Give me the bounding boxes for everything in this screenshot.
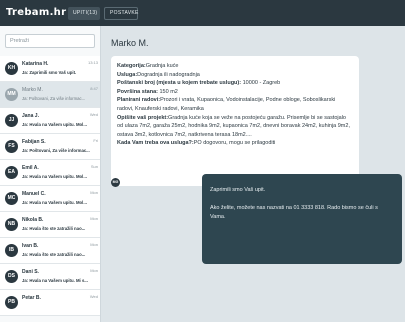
nav-postavke-button[interactable]: POSTAVKE — [104, 7, 138, 20]
conversation-preview: Ja: Zaprimili smo Vaš upit. — [22, 70, 77, 75]
conversation-item[interactable]: JJ Jana J. Ja: Hvala na Vašem upitu. Mol… — [0, 108, 100, 134]
field-value: 10000 - Zagreb — [241, 80, 281, 87]
request-field-postal: Poštanski broj (mjesta u kojem trebate u… — [117, 79, 353, 88]
avatar: DS — [5, 270, 18, 283]
conversation-name: Marko M. — [22, 87, 43, 93]
conversation-item-active[interactable]: MM Marko M. Ja: Poštovani, Za više infor… — [0, 82, 100, 108]
conversation-name: Nikola B. — [22, 217, 44, 223]
conversation-time: Mon — [90, 190, 98, 195]
search-input[interactable] — [5, 34, 95, 48]
conversation-name: Ivan B. — [22, 243, 39, 249]
logo[interactable]: Trebam.hr — [6, 7, 66, 18]
request-field-service: Usluga:Dogradnja ili nadogradnja — [117, 71, 353, 80]
conversation-item[interactable]: NB Nikola B. Ja: Hvala što ste zatražili… — [0, 212, 100, 238]
request-field-when: Kada Vam treba ova usluga?:PO dogovoru, … — [117, 139, 353, 148]
conversation-name: Manuel C. — [22, 191, 46, 197]
conversation-name: Petar B. — [22, 295, 41, 301]
conversation-time: Mon — [90, 216, 98, 221]
conversation-item[interactable]: PB Petar B. Wed — [0, 290, 100, 316]
conversation-preview: Ja: Hvala što ste zatražili nao... — [22, 252, 86, 257]
request-message: Kategorija:Gradnja kuće Usluga:Dogradnja… — [111, 56, 359, 186]
avatar: FS — [5, 140, 18, 153]
reply-line: Ako želite, možete nas nazvati na 01 333… — [210, 205, 378, 220]
chat-panel: Marko M. Kategorija:Gradnja kuće Usluga:… — [101, 26, 405, 322]
conversation-list: KH Katarina H. Ja: Zaprimili smo Vaš upi… — [0, 56, 100, 316]
conversation-item[interactable]: IB Ivan B. Ja: Hvala što ste zatražili n… — [0, 238, 100, 264]
conversation-time: Wed — [89, 112, 98, 117]
reply-message: Zaprimili smo Vaš upit. Ako želite, može… — [202, 174, 402, 264]
conversation-item[interactable]: KH Katarina H. Ja: Zaprimili smo Vaš upi… — [0, 56, 100, 82]
top-bar: Trebam.hr UPITI(13) POSTAVKE — [0, 0, 405, 26]
conversation-name: Dani S. — [22, 269, 39, 275]
conversation-time: Sun — [90, 164, 98, 169]
avatar: JJ — [5, 114, 18, 127]
reply-line: Zaprimili smo Vaš upit. — [210, 187, 266, 193]
conversation-preview: Ja: Hvala na Vašem upitu. Mol... — [22, 122, 87, 127]
field-label: Kategorija: — [117, 63, 146, 69]
conversation-time: Mon — [90, 268, 98, 273]
conversation-preview: Ja: Poštovani, Za više informac... — [22, 148, 90, 153]
request-field-works: Planirani radovi:Prozori i vrata, Kupaon… — [117, 96, 353, 113]
field-label: Poštanski broj (mjesta u kojem trebate u… — [117, 80, 242, 87]
request-field-description: Opišite vaš projekt:Gradnja kuće koja se… — [117, 114, 353, 140]
field-value: Gradnja kuće — [145, 63, 179, 69]
conversation-time: Wed — [89, 294, 98, 299]
conversation-name: Katarina H. — [22, 61, 49, 67]
conversation-time: Fri — [93, 138, 98, 143]
conversation-item[interactable]: DS Dani S. Ja: Hvala na Vašem upitu. Mi … — [0, 264, 100, 290]
field-value: 150 m2 — [157, 88, 178, 95]
conversation-name: Fabijan S. — [22, 139, 46, 145]
avatar: PB — [5, 296, 18, 309]
avatar: MC — [5, 192, 18, 205]
sender-avatar: MG — [111, 178, 120, 187]
request-field-area: Površina stana: 150 m2 — [117, 88, 353, 97]
conversation-preview: Ja: Hvala na Vašem upitu. Mol... — [22, 174, 87, 179]
contact-name: Marko M. — [111, 38, 149, 48]
nav-upiti-button[interactable]: UPITI(13) — [68, 7, 100, 20]
conversation-preview: Ja: Hvala na Vašem upitu. Mi s... — [22, 278, 88, 283]
field-label: Površina stana: — [117, 88, 158, 95]
field-label: Usluga: — [117, 71, 138, 78]
conversation-item[interactable]: MC Manuel C. Ja: Hvala na Vašem upitu. M… — [0, 186, 100, 212]
field-value: Dogradnja ili nadogradnja — [137, 71, 200, 78]
avatar: NB — [5, 218, 18, 231]
conversation-preview: Ja: Poštovani, Za više informac... — [22, 96, 86, 101]
avatar: KH — [5, 62, 18, 75]
request-field-category: Kategorija:Gradnja kuće — [117, 62, 353, 71]
avatar: MM — [5, 88, 18, 101]
field-label: Kada Vam treba ova usluga?: — [117, 140, 194, 147]
conversation-item[interactable]: FS Fabijan S. Ja: Poštovani, Za više inf… — [0, 134, 100, 160]
conversation-name: Jana J. — [22, 113, 39, 119]
conversation-name: Emil A. — [22, 165, 39, 171]
conversation-time: 8:47 — [90, 86, 98, 91]
avatar: EA — [5, 166, 18, 179]
conversation-item[interactable]: EA Emil A. Ja: Hvala na Vašem upitu. Mol… — [0, 160, 100, 186]
conversation-sidebar: KH Katarina H. Ja: Zaprimili smo Vaš upi… — [0, 26, 101, 322]
conversation-time: 13:13 — [87, 60, 98, 65]
conversation-preview: Ja: Hvala na Vašem upitu. Mol... — [22, 200, 87, 205]
field-value: PO dogovoru, mogu se prilagoditi — [193, 140, 276, 147]
conversation-preview: Ja: Hvala što ste zatražili nao... — [22, 226, 86, 231]
conversation-time: Mon — [90, 242, 98, 247]
field-label: Planirani radovi: — [117, 97, 161, 104]
field-label: Opišite vaš projekt: — [117, 114, 169, 121]
avatar: IB — [5, 244, 18, 257]
